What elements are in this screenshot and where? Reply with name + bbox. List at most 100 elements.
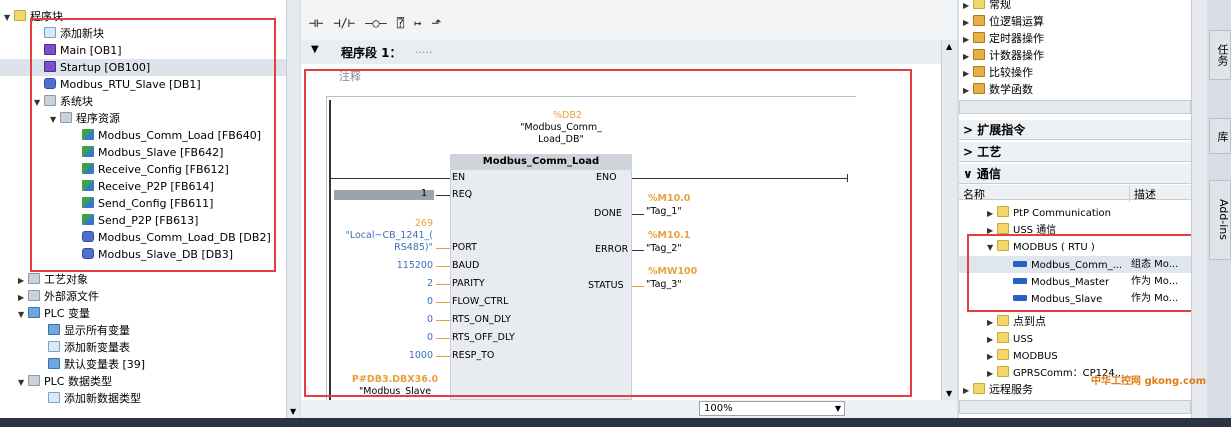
- output-tag[interactable]: "Tag_2": [646, 243, 682, 254]
- output-tag[interactable]: "Tag_3": [646, 279, 682, 290]
- tree-scrollbar[interactable]: ▼: [286, 0, 300, 418]
- tree-plc-tags[interactable]: ▼ PLC 变量: [18, 305, 90, 322]
- tree-item[interactable]: Send_P2P [FB613]: [82, 212, 198, 229]
- section-extended[interactable]: > 扩展指令: [959, 120, 1207, 140]
- chevron-down-icon[interactable]: ▼: [4, 9, 14, 26]
- h-scrollbar[interactable]: [959, 400, 1191, 414]
- instr-item[interactable]: ▶ MODBUS: [987, 347, 1058, 364]
- chevron-right-icon[interactable]: ▶: [963, 82, 973, 99]
- tree-program-resources[interactable]: ▼ 程序资源: [50, 110, 120, 127]
- chevron-right-icon[interactable]: ▶: [963, 14, 973, 31]
- instr-item[interactable]: ▶ 常规: [963, 0, 1011, 13]
- zoom-select[interactable]: 100% ▼: [699, 401, 845, 416]
- empty-box-icon[interactable]: ⍰: [397, 16, 404, 30]
- instr-item[interactable]: Modbus_Slave: [1013, 290, 1102, 307]
- tree-item[interactable]: Modbus_Comm_Load_DB [DB2]: [82, 229, 271, 246]
- close-branch-icon[interactable]: ⬏: [431, 16, 441, 30]
- chevron-right-icon[interactable]: ▶: [987, 314, 997, 331]
- tree-tech-objects[interactable]: ▶ 工艺对象: [18, 271, 88, 288]
- input-value[interactable]: 1000: [341, 350, 433, 361]
- section-technology[interactable]: > 工艺: [959, 142, 1207, 162]
- chevron-down-icon[interactable]: ▼: [18, 306, 28, 323]
- function-block-box[interactable]: [450, 154, 632, 400]
- input-value[interactable]: 269: [341, 218, 433, 229]
- chevron-down-icon[interactable]: ▼: [34, 94, 44, 111]
- tree-system-blocks[interactable]: ▼ 系统块: [34, 93, 93, 110]
- chevron-right-icon[interactable]: ▶: [987, 365, 997, 382]
- chevron-down-icon[interactable]: ▼: [50, 111, 60, 128]
- col-desc[interactable]: 描述: [1129, 186, 1156, 202]
- input-value[interactable]: 0: [341, 296, 433, 307]
- h-scrollbar[interactable]: [959, 100, 1191, 114]
- scroll-down-icon[interactable]: ▼: [290, 407, 296, 416]
- instr-item[interactable]: ▶ 计数器操作: [963, 47, 1044, 64]
- instr-item[interactable]: ▶ 远程服务: [963, 381, 1033, 398]
- tab-tasks[interactable]: 任务: [1209, 30, 1231, 80]
- instr-item[interactable]: Modbus_Comm_...: [1013, 256, 1122, 273]
- tree-item[interactable]: Receive_P2P [FB614]: [82, 178, 214, 195]
- tree-show-all-tags[interactable]: 显示所有变量: [48, 322, 130, 339]
- input-value[interactable]: 2: [341, 278, 433, 289]
- output-addr[interactable]: %M10.1: [648, 230, 690, 241]
- instr-item[interactable]: ▶ USS 通信: [987, 221, 1056, 238]
- tree-item[interactable]: Modbus_Slave [FB642]: [82, 144, 223, 161]
- tree-add-block[interactable]: 添加新块: [44, 25, 104, 42]
- output-addr[interactable]: %MW100: [648, 266, 697, 277]
- tree-root[interactable]: ▼ 程序块: [4, 8, 63, 25]
- chevron-down-icon[interactable]: ▼: [835, 402, 841, 415]
- tree-item[interactable]: Send_Config [FB611]: [82, 195, 213, 212]
- tree-item[interactable]: Receive_Config [FB612]: [82, 161, 229, 178]
- tree-main-ob1[interactable]: Main [OB1]: [44, 42, 122, 59]
- tree-item[interactable]: Modbus_Slave_DB [DB3]: [82, 246, 233, 263]
- input-value[interactable]: 1: [421, 188, 427, 199]
- tree-item[interactable]: Modbus_Comm_Load [FB640]: [82, 127, 261, 144]
- instr-item[interactable]: ▶ 位逻辑运算: [963, 13, 1044, 30]
- chevron-right-icon[interactable]: >: [963, 145, 977, 159]
- chevron-right-icon[interactable]: ▶: [963, 48, 973, 65]
- chevron-right-icon[interactable]: ▶: [963, 65, 973, 82]
- comment-label[interactable]: 注释: [339, 68, 361, 84]
- output-addr[interactable]: %M10.0: [648, 193, 690, 204]
- chevron-right-icon[interactable]: ▶: [987, 222, 997, 239]
- chevron-right-icon[interactable]: ▶: [18, 289, 28, 306]
- chevron-down-icon[interactable]: ▼: [987, 239, 997, 256]
- tree-add-data-type[interactable]: 添加新数据类型: [48, 390, 141, 407]
- instr-item[interactable]: ▶ USS: [987, 330, 1033, 347]
- no-contact-icon[interactable]: ⊣⊢: [309, 16, 323, 30]
- chevron-right-icon[interactable]: ▶: [18, 272, 28, 289]
- input-value[interactable]: 115200: [341, 260, 433, 271]
- tab-addins[interactable]: Add-ins: [1209, 180, 1231, 260]
- input-value[interactable]: RS485)": [319, 242, 433, 253]
- instr-item[interactable]: ▶ PtP Communication: [987, 204, 1111, 221]
- input-value[interactable]: 0: [341, 332, 433, 343]
- chevron-right-icon[interactable]: ▶: [987, 348, 997, 365]
- open-branch-icon[interactable]: ↦: [414, 16, 421, 30]
- chevron-right-icon[interactable]: ▶: [987, 205, 997, 222]
- chevron-right-icon[interactable]: ▶: [987, 331, 997, 348]
- coil-icon[interactable]: –○–: [365, 16, 387, 30]
- tree-plc-data-types[interactable]: ▼ PLC 数据类型: [18, 373, 112, 390]
- scroll-up-icon[interactable]: ▲: [946, 42, 952, 51]
- tree-external-sources[interactable]: ▶ 外部源文件: [18, 288, 99, 305]
- mb-db-addr[interactable]: P#DB3.DBX36.0: [345, 374, 445, 385]
- chevron-right-icon[interactable]: ▶: [963, 31, 973, 48]
- editor-scrollbar[interactable]: ▲ ▼: [941, 40, 957, 400]
- instr-item[interactable]: Modbus_Master: [1013, 273, 1109, 290]
- tree-modbus-rtu-slave[interactable]: Modbus_RTU_Slave [DB1]: [44, 76, 201, 93]
- output-tag[interactable]: "Tag_1": [646, 206, 682, 217]
- col-name[interactable]: 名称: [963, 186, 985, 202]
- instr-item[interactable]: ▶ 点到点: [987, 313, 1046, 330]
- instr-item[interactable]: ▼ MODBUS ( RTU ): [987, 238, 1095, 255]
- tab-library[interactable]: 库: [1209, 118, 1231, 154]
- nc-contact-icon[interactable]: ⊣/⊢: [333, 16, 355, 30]
- chevron-right-icon[interactable]: ▶: [963, 0, 973, 14]
- scroll-down-icon[interactable]: ▼: [946, 389, 952, 398]
- tree-default-tag-table[interactable]: 默认变量表 [39]: [48, 356, 145, 373]
- chevron-down-icon[interactable]: ∨: [963, 167, 977, 181]
- input-value[interactable]: 0: [341, 314, 433, 325]
- mb-db-name[interactable]: "Modbus_Slave: [345, 386, 445, 397]
- instr-item[interactable]: ▶ 数学函数: [963, 81, 1033, 98]
- section-communication[interactable]: ∨ 通信: [959, 164, 1207, 184]
- collapse-icon[interactable]: ▼: [311, 44, 319, 55]
- tree-startup-ob100[interactable]: Startup [OB100]: [0, 59, 286, 76]
